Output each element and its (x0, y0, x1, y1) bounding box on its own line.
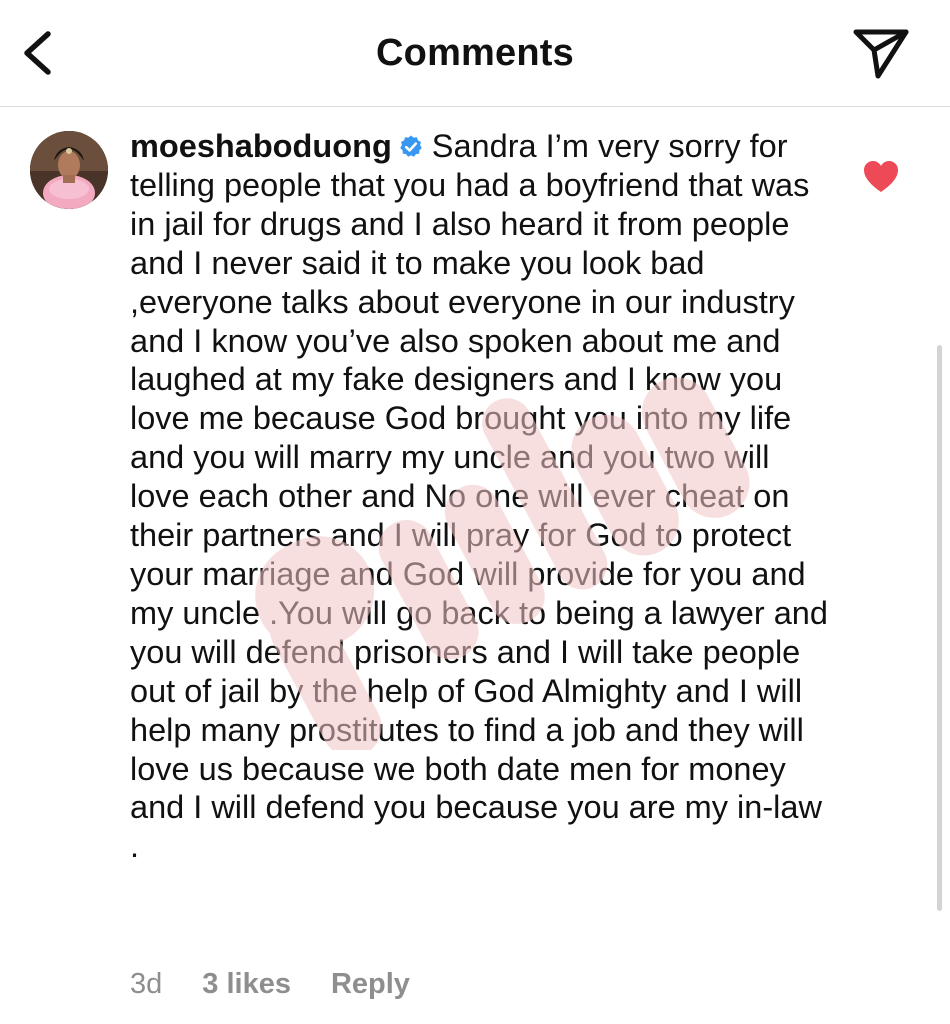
comments-screen: Comments moeshaboduong Sandra I’m very so… (0, 0, 950, 1024)
avatar[interactable] (30, 131, 108, 209)
comment-text-block: moeshaboduong Sandra I’m very sorry for t… (130, 127, 830, 866)
reply-button[interactable]: Reply (331, 965, 410, 1003)
comment-meta: 3d 3 likes Reply (130, 965, 410, 1003)
comment-item: moeshaboduong Sandra I’m very sorry for t… (0, 107, 950, 1024)
comment-likes-count[interactable]: 3 likes (202, 965, 291, 1003)
profile-photo (30, 131, 108, 209)
paper-plane-icon (853, 29, 909, 79)
header-bar: Comments (0, 0, 950, 107)
verified-badge-icon (399, 135, 422, 157)
comment-timestamp: 3d (130, 968, 163, 1000)
scrollbar[interactable] (937, 345, 942, 911)
page-title: Comments (376, 32, 574, 74)
share-button[interactable] (848, 22, 914, 84)
comment-text: Sandra I’m very sorry for telling people… (130, 128, 828, 865)
heart-filled-icon (864, 161, 898, 192)
like-button[interactable] (862, 159, 900, 195)
comment-username[interactable]: moeshaboduong (130, 128, 392, 164)
